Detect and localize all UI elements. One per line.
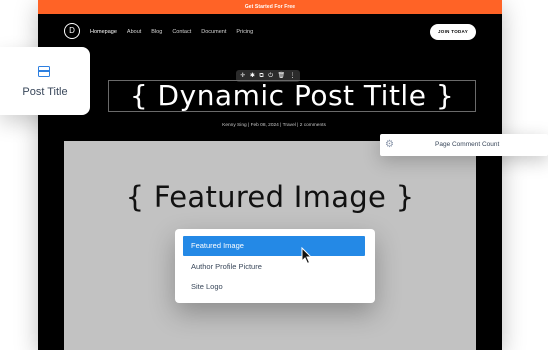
layout-icon — [38, 66, 50, 77]
menu-item-about[interactable]: About — [127, 29, 141, 35]
mouse-cursor-icon — [301, 247, 313, 265]
post-title-card-label: Post Title — [22, 86, 68, 98]
post-meta: Kenny Sing | Feb 08, 2024 | Travel | 2 c… — [222, 123, 326, 128]
main-menu: Homepage About Blog Contact Document Pri… — [90, 14, 253, 50]
post-title: { Dynamic Post Title } — [129, 79, 455, 112]
featured-image-label: { Featured Image } — [125, 180, 415, 214]
post-title-card[interactable]: Post Title — [0, 47, 90, 115]
join-today-button[interactable]: JOIN TODAY — [430, 24, 476, 40]
menu-item-homepage[interactable]: Homepage — [90, 29, 117, 35]
site-header: D Homepage About Blog Contact Document P… — [38, 14, 502, 50]
menu-item-contact[interactable]: Contact — [172, 29, 191, 35]
gear-icon: ⚙ — [385, 139, 394, 150]
menu-item-blog[interactable]: Blog — [151, 29, 162, 35]
comment-count-tag[interactable]: ⚙ Page Comment Count — [380, 134, 548, 156]
dropdown-option-featured-image[interactable]: Featured Image — [183, 236, 365, 256]
site-logo[interactable]: D — [64, 23, 80, 39]
dropdown-option-site-logo[interactable]: Site Logo — [183, 277, 365, 297]
promo-bar[interactable]: Get Started For Free — [38, 0, 502, 14]
comment-count-label: Page Comment Count — [435, 141, 500, 148]
dropdown-option-author-profile-picture[interactable]: Author Profile Picture — [183, 257, 365, 277]
dynamic-content-dropdown: Featured Image Author Profile Picture Si… — [175, 229, 375, 303]
menu-item-document[interactable]: Document — [201, 29, 226, 35]
menu-item-pricing[interactable]: Pricing — [236, 29, 253, 35]
